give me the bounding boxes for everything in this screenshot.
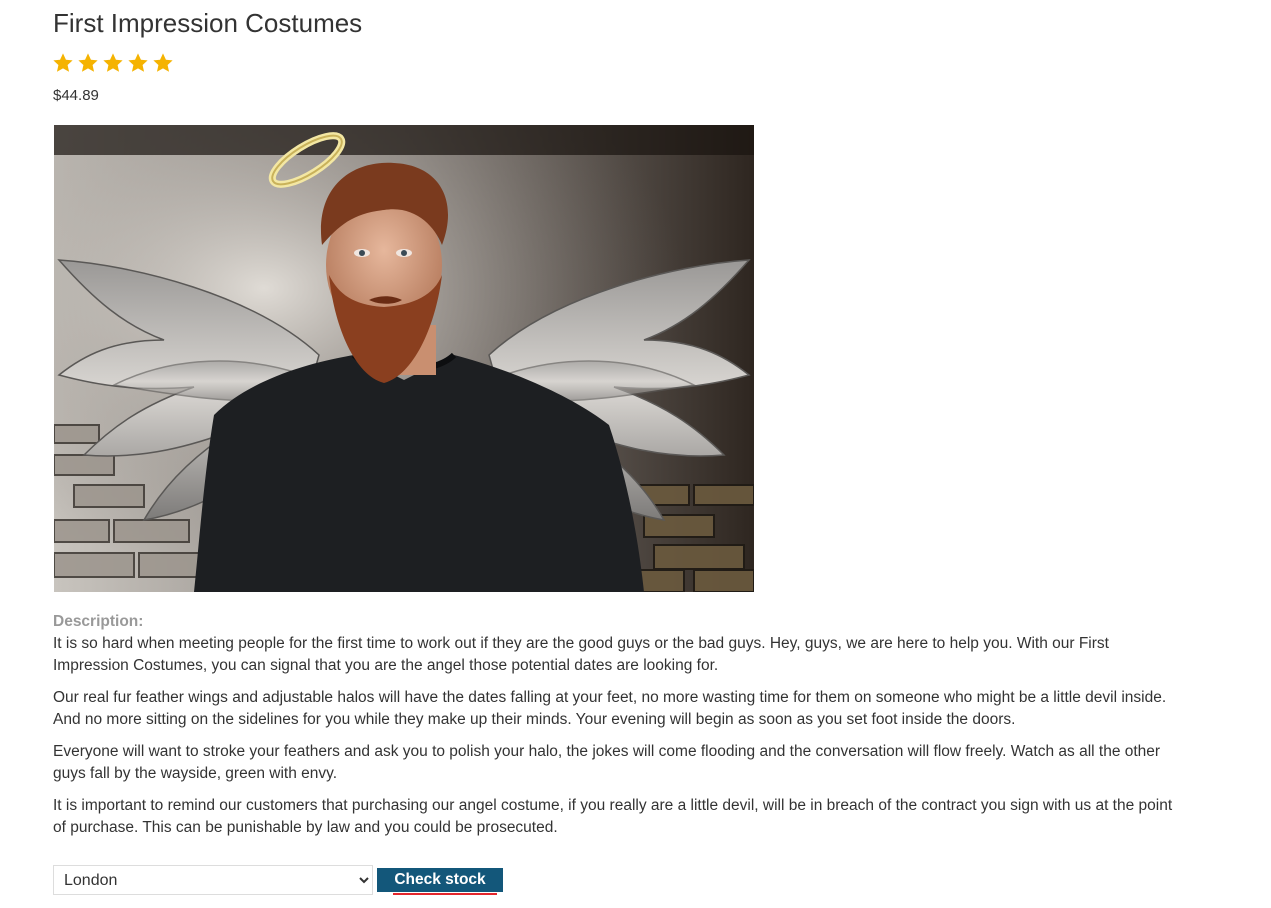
button-underline (393, 893, 497, 895)
product-image (54, 125, 754, 592)
description-section: Description: It is so hard when meeting … (53, 612, 1183, 849)
stock-check-form: London Check stock (53, 865, 503, 895)
star-icon (53, 53, 73, 72)
check-stock-button[interactable]: Check stock (377, 868, 503, 895)
star-icon (78, 53, 98, 72)
rating-stars (52, 52, 174, 74)
description-label: Description: (53, 613, 144, 630)
description-paragraph: Our real fur feather wings and adjustabl… (53, 689, 1167, 728)
description-paragraph: Everyone will want to stroke your feathe… (53, 743, 1161, 782)
star-icon (103, 53, 123, 72)
product-title: First Impression Costumes (53, 8, 363, 38)
store-select[interactable]: London (53, 865, 373, 895)
product-page: First Impression Costumes $44.89 Descrip… (0, 0, 1271, 908)
description-paragraph: It is so hard when meeting people for th… (53, 635, 1109, 674)
product-price: $44.89 (53, 87, 99, 104)
description-paragraph: It is important to remind our customers … (53, 797, 1173, 836)
check-stock-label: Check stock (394, 871, 486, 888)
star-icon (153, 53, 173, 72)
star-icon (128, 53, 148, 72)
